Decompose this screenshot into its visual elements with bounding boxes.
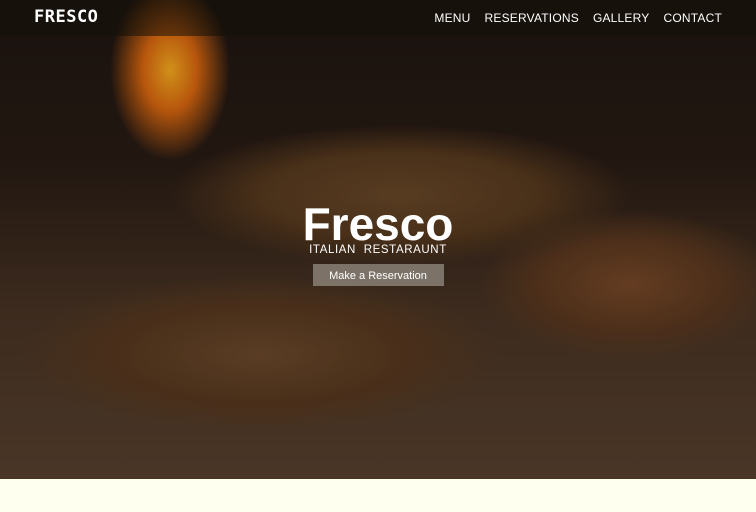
hero-section: FRESCO MENU RESERVATIONS GALLERY CONTACT… [0, 0, 756, 479]
hero-title: Fresco [302, 198, 454, 250]
nav-item-menu[interactable]: MENU [434, 11, 470, 25]
nav-links: MENU RESERVATIONS GALLERY CONTACT [434, 11, 722, 25]
hero-subtitle: ITALIAN RESTARAUNT [309, 244, 447, 256]
hero-content: Fresco ITALIAN RESTARAUNT Make a Reserva… [0, 200, 756, 286]
nav-item-gallery[interactable]: GALLERY [593, 11, 650, 25]
content-section-start [0, 479, 756, 512]
nav-item-contact[interactable]: CONTACT [663, 11, 722, 25]
make-reservation-button[interactable]: Make a Reservation [312, 264, 444, 286]
nav-item-reservations[interactable]: RESERVATIONS [485, 11, 579, 25]
brand-logo[interactable]: FRESCO [34, 7, 98, 27]
top-navbar: FRESCO MENU RESERVATIONS GALLERY CONTACT [0, 0, 756, 36]
